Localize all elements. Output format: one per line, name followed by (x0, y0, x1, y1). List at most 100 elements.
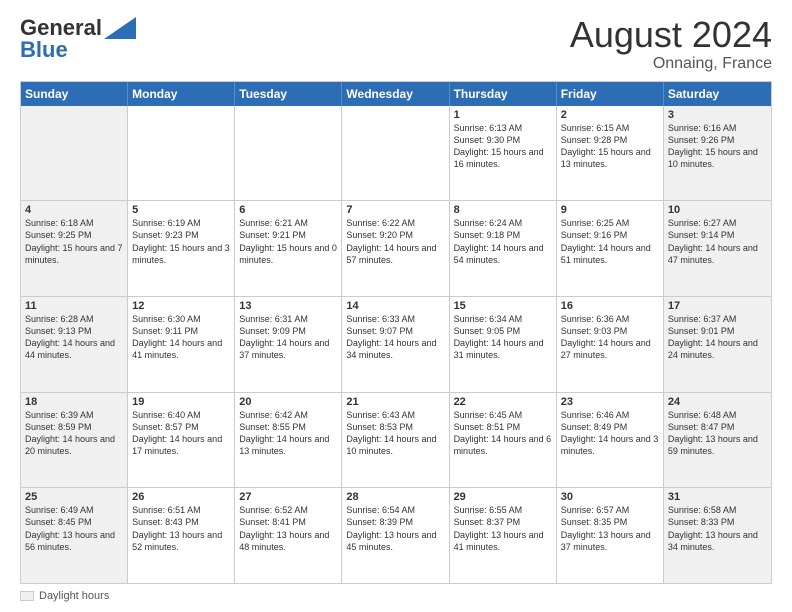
month-title: August 2024 (570, 15, 772, 55)
day-number: 5 (132, 204, 230, 216)
day-number: 6 (239, 204, 337, 216)
day-cell: 2Sunrise: 6:15 AM Sunset: 9:28 PM Daylig… (557, 106, 664, 201)
day-info: Sunrise: 6:25 AM Sunset: 9:16 PM Dayligh… (561, 217, 659, 266)
day-info: Sunrise: 6:45 AM Sunset: 8:51 PM Dayligh… (454, 409, 552, 458)
day-info: Sunrise: 6:52 AM Sunset: 8:41 PM Dayligh… (239, 504, 337, 553)
page: General Blue August 2024 Onnaing, France… (0, 0, 792, 612)
day-number: 22 (454, 396, 552, 408)
day-info: Sunrise: 6:49 AM Sunset: 8:45 PM Dayligh… (25, 504, 123, 553)
day-info: Sunrise: 6:15 AM Sunset: 9:28 PM Dayligh… (561, 122, 659, 171)
day-cell (235, 106, 342, 201)
day-cell: 17Sunrise: 6:37 AM Sunset: 9:01 PM Dayli… (664, 297, 771, 392)
header-wednesday: Wednesday (342, 82, 449, 106)
day-cell: 7Sunrise: 6:22 AM Sunset: 9:20 PM Daylig… (342, 201, 449, 296)
header-thursday: Thursday (450, 82, 557, 106)
day-headers: Sunday Monday Tuesday Wednesday Thursday… (21, 82, 771, 106)
day-number: 30 (561, 491, 659, 503)
day-cell: 27Sunrise: 6:52 AM Sunset: 8:41 PM Dayli… (235, 488, 342, 583)
day-cell: 14Sunrise: 6:33 AM Sunset: 9:07 PM Dayli… (342, 297, 449, 392)
day-cell: 16Sunrise: 6:36 AM Sunset: 9:03 PM Dayli… (557, 297, 664, 392)
day-cell: 31Sunrise: 6:58 AM Sunset: 8:33 PM Dayli… (664, 488, 771, 583)
week-row-2: 11Sunrise: 6:28 AM Sunset: 9:13 PM Dayli… (21, 297, 771, 393)
day-info: Sunrise: 6:55 AM Sunset: 8:37 PM Dayligh… (454, 504, 552, 553)
day-cell (128, 106, 235, 201)
day-info: Sunrise: 6:51 AM Sunset: 8:43 PM Dayligh… (132, 504, 230, 553)
day-cell: 15Sunrise: 6:34 AM Sunset: 9:05 PM Dayli… (450, 297, 557, 392)
day-number: 28 (346, 491, 444, 503)
footer-legend: Daylight hours (20, 590, 109, 602)
day-info: Sunrise: 6:42 AM Sunset: 8:55 PM Dayligh… (239, 409, 337, 458)
day-info: Sunrise: 6:54 AM Sunset: 8:39 PM Dayligh… (346, 504, 444, 553)
day-number: 8 (454, 204, 552, 216)
day-number: 4 (25, 204, 123, 216)
day-cell: 9Sunrise: 6:25 AM Sunset: 9:16 PM Daylig… (557, 201, 664, 296)
day-cell: 10Sunrise: 6:27 AM Sunset: 9:14 PM Dayli… (664, 201, 771, 296)
day-cell: 23Sunrise: 6:46 AM Sunset: 8:49 PM Dayli… (557, 393, 664, 488)
day-number: 13 (239, 300, 337, 312)
logo-blue: Blue (20, 37, 68, 63)
legend-box (20, 591, 34, 601)
day-number: 14 (346, 300, 444, 312)
day-number: 3 (668, 109, 767, 121)
header-saturday: Saturday (664, 82, 771, 106)
day-info: Sunrise: 6:46 AM Sunset: 8:49 PM Dayligh… (561, 409, 659, 458)
day-number: 2 (561, 109, 659, 121)
day-number: 27 (239, 491, 337, 503)
day-cell: 1Sunrise: 6:13 AM Sunset: 9:30 PM Daylig… (450, 106, 557, 201)
day-number: 1 (454, 109, 552, 121)
day-cell: 8Sunrise: 6:24 AM Sunset: 9:18 PM Daylig… (450, 201, 557, 296)
day-cell: 3Sunrise: 6:16 AM Sunset: 9:26 PM Daylig… (664, 106, 771, 201)
logo-icon (104, 17, 136, 39)
legend-label: Daylight hours (39, 590, 109, 602)
calendar-body: 1Sunrise: 6:13 AM Sunset: 9:30 PM Daylig… (21, 106, 771, 583)
day-cell: 25Sunrise: 6:49 AM Sunset: 8:45 PM Dayli… (21, 488, 128, 583)
day-cell: 19Sunrise: 6:40 AM Sunset: 8:57 PM Dayli… (128, 393, 235, 488)
week-row-4: 25Sunrise: 6:49 AM Sunset: 8:45 PM Dayli… (21, 488, 771, 583)
day-info: Sunrise: 6:43 AM Sunset: 8:53 PM Dayligh… (346, 409, 444, 458)
header-sunday: Sunday (21, 82, 128, 106)
day-number: 23 (561, 396, 659, 408)
day-cell (21, 106, 128, 201)
day-info: Sunrise: 6:13 AM Sunset: 9:30 PM Dayligh… (454, 122, 552, 171)
day-number: 9 (561, 204, 659, 216)
day-info: Sunrise: 6:22 AM Sunset: 9:20 PM Dayligh… (346, 217, 444, 266)
day-info: Sunrise: 6:34 AM Sunset: 9:05 PM Dayligh… (454, 313, 552, 362)
day-number: 18 (25, 396, 123, 408)
day-number: 26 (132, 491, 230, 503)
calendar: Sunday Monday Tuesday Wednesday Thursday… (20, 81, 772, 584)
day-cell: 6Sunrise: 6:21 AM Sunset: 9:21 PM Daylig… (235, 201, 342, 296)
day-cell: 11Sunrise: 6:28 AM Sunset: 9:13 PM Dayli… (21, 297, 128, 392)
day-number: 16 (561, 300, 659, 312)
day-cell: 5Sunrise: 6:19 AM Sunset: 9:23 PM Daylig… (128, 201, 235, 296)
day-number: 15 (454, 300, 552, 312)
day-cell: 22Sunrise: 6:45 AM Sunset: 8:51 PM Dayli… (450, 393, 557, 488)
day-number: 12 (132, 300, 230, 312)
week-row-0: 1Sunrise: 6:13 AM Sunset: 9:30 PM Daylig… (21, 106, 771, 202)
day-cell: 28Sunrise: 6:54 AM Sunset: 8:39 PM Dayli… (342, 488, 449, 583)
day-info: Sunrise: 6:30 AM Sunset: 9:11 PM Dayligh… (132, 313, 230, 362)
day-cell (342, 106, 449, 201)
day-info: Sunrise: 6:58 AM Sunset: 8:33 PM Dayligh… (668, 504, 767, 553)
day-info: Sunrise: 6:18 AM Sunset: 9:25 PM Dayligh… (25, 217, 123, 266)
day-cell: 30Sunrise: 6:57 AM Sunset: 8:35 PM Dayli… (557, 488, 664, 583)
day-cell: 12Sunrise: 6:30 AM Sunset: 9:11 PM Dayli… (128, 297, 235, 392)
header-tuesday: Tuesday (235, 82, 342, 106)
day-info: Sunrise: 6:16 AM Sunset: 9:26 PM Dayligh… (668, 122, 767, 171)
logo: General Blue (20, 15, 136, 63)
header: General Blue August 2024 Onnaing, France (20, 15, 772, 73)
day-info: Sunrise: 6:33 AM Sunset: 9:07 PM Dayligh… (346, 313, 444, 362)
day-number: 25 (25, 491, 123, 503)
header-monday: Monday (128, 82, 235, 106)
day-info: Sunrise: 6:37 AM Sunset: 9:01 PM Dayligh… (668, 313, 767, 362)
day-info: Sunrise: 6:19 AM Sunset: 9:23 PM Dayligh… (132, 217, 230, 266)
day-number: 29 (454, 491, 552, 503)
day-info: Sunrise: 6:31 AM Sunset: 9:09 PM Dayligh… (239, 313, 337, 362)
day-info: Sunrise: 6:48 AM Sunset: 8:47 PM Dayligh… (668, 409, 767, 458)
header-friday: Friday (557, 82, 664, 106)
title-block: August 2024 Onnaing, France (570, 15, 772, 73)
day-number: 11 (25, 300, 123, 312)
day-number: 7 (346, 204, 444, 216)
day-cell: 26Sunrise: 6:51 AM Sunset: 8:43 PM Dayli… (128, 488, 235, 583)
day-number: 19 (132, 396, 230, 408)
week-row-1: 4Sunrise: 6:18 AM Sunset: 9:25 PM Daylig… (21, 201, 771, 297)
